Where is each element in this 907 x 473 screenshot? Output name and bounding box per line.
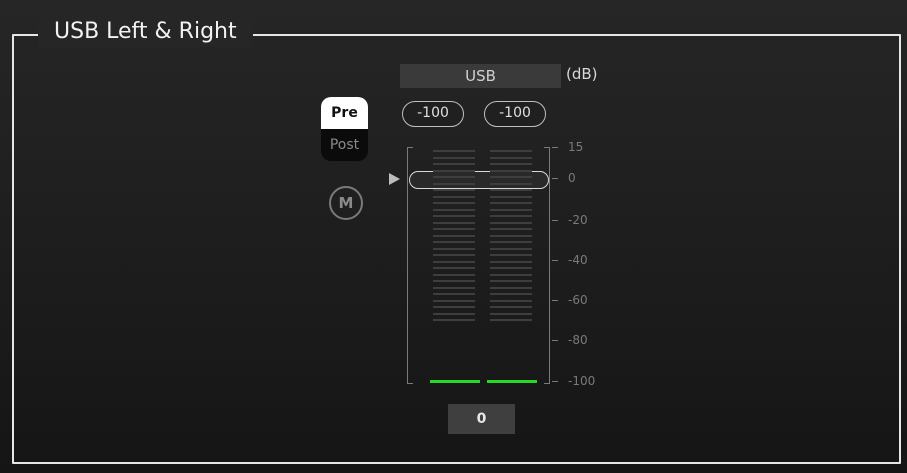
meter-left-segment — [433, 228, 475, 230]
db-tick-label: 15 — [568, 140, 584, 154]
meter-left-segment — [433, 215, 475, 217]
db-tick-mark — [552, 260, 558, 261]
meter-left-segment — [433, 176, 475, 178]
meter-left-segment — [433, 319, 475, 321]
db-tick-mark — [552, 381, 558, 382]
meter-right-segment — [490, 261, 532, 263]
meter-right-segment — [490, 170, 532, 172]
meter-left-segment — [433, 261, 475, 263]
meter-right-segment — [490, 254, 532, 256]
meter-left-segment — [433, 235, 475, 237]
db-tick-label: 0 — [568, 171, 576, 185]
meter-right-segment — [490, 274, 532, 276]
meter-right-segment — [490, 280, 532, 282]
meter-bracket-foot-right — [544, 383, 550, 384]
meter-right-segment — [490, 300, 532, 302]
meter-right-segment — [490, 176, 532, 178]
meter-right-segment — [490, 196, 532, 198]
meter-right-segment — [490, 209, 532, 211]
meter-right-segment — [490, 287, 532, 289]
post-button[interactable]: Post — [321, 129, 368, 161]
meter-bracket-foot-left — [407, 383, 413, 384]
meter-left-segment — [433, 293, 475, 295]
meter-right-signal — [487, 380, 537, 383]
db-tick-mark — [552, 300, 558, 301]
meter-right-segment — [490, 183, 532, 185]
db-tick-mark — [552, 340, 558, 341]
unit-label: (dB) — [566, 65, 598, 83]
meter-left-signal — [430, 380, 480, 383]
meter-right-segment — [490, 306, 532, 308]
meter-right-segment — [490, 241, 532, 243]
db-tick-label: -20 — [568, 213, 588, 227]
meter-right-segment — [490, 157, 532, 159]
meter-right-segment — [490, 235, 532, 237]
meter-right-segment — [490, 202, 532, 204]
right-level-readout: -100 — [484, 101, 546, 127]
fader-pointer-icon — [389, 173, 400, 185]
meter-left-segment — [433, 280, 475, 282]
mute-button[interactable]: M — [329, 186, 363, 220]
meter-right-segment — [490, 319, 532, 321]
meter-left-segment — [433, 183, 475, 185]
db-tick-label: -40 — [568, 253, 588, 267]
meter-left-segment — [433, 248, 475, 250]
panel-title: USB Left & Right — [38, 17, 253, 47]
fader-value[interactable]: 0 — [448, 404, 515, 434]
meter-right-segment — [490, 189, 532, 191]
meter-right-segment — [490, 222, 532, 224]
meter-right-segment — [490, 267, 532, 269]
left-level-readout: -100 — [402, 101, 464, 127]
meter-left-segment — [433, 202, 475, 204]
meter-left-segment — [433, 306, 475, 308]
meter-left-segment — [433, 170, 475, 172]
meter-left-segment — [433, 254, 475, 256]
meter-right-segment — [490, 215, 532, 217]
meter-left-segment — [433, 209, 475, 211]
meter-left-segment — [433, 313, 475, 315]
meter-right-segment — [490, 150, 532, 152]
channel-name: USB — [400, 64, 561, 88]
meter-left-segment — [433, 157, 475, 159]
pre-button[interactable]: Pre — [321, 97, 368, 129]
db-tick-mark — [552, 178, 558, 179]
meter-right-segment — [490, 228, 532, 230]
db-tick-mark — [552, 220, 558, 221]
meter-left-segment — [433, 300, 475, 302]
fader-knob[interactable] — [409, 171, 549, 189]
db-tick-label: -60 — [568, 293, 588, 307]
meter-left-segment — [433, 150, 475, 152]
db-tick-label: -100 — [568, 374, 596, 388]
meter-left-segment — [433, 287, 475, 289]
meter-right-segment — [490, 163, 532, 165]
meter-left-segment — [433, 241, 475, 243]
meter-left-segment — [433, 274, 475, 276]
meter-left-segment — [433, 267, 475, 269]
meter-right-segment — [490, 293, 532, 295]
db-tick-mark — [552, 147, 558, 148]
meter-left-segment — [433, 163, 475, 165]
db-tick-label: -80 — [568, 333, 588, 347]
meter-left-segment — [433, 189, 475, 191]
meter-left-segment — [433, 222, 475, 224]
meter-left-segment — [433, 196, 475, 198]
meter-right-segment — [490, 248, 532, 250]
meter-right-segment — [490, 313, 532, 315]
